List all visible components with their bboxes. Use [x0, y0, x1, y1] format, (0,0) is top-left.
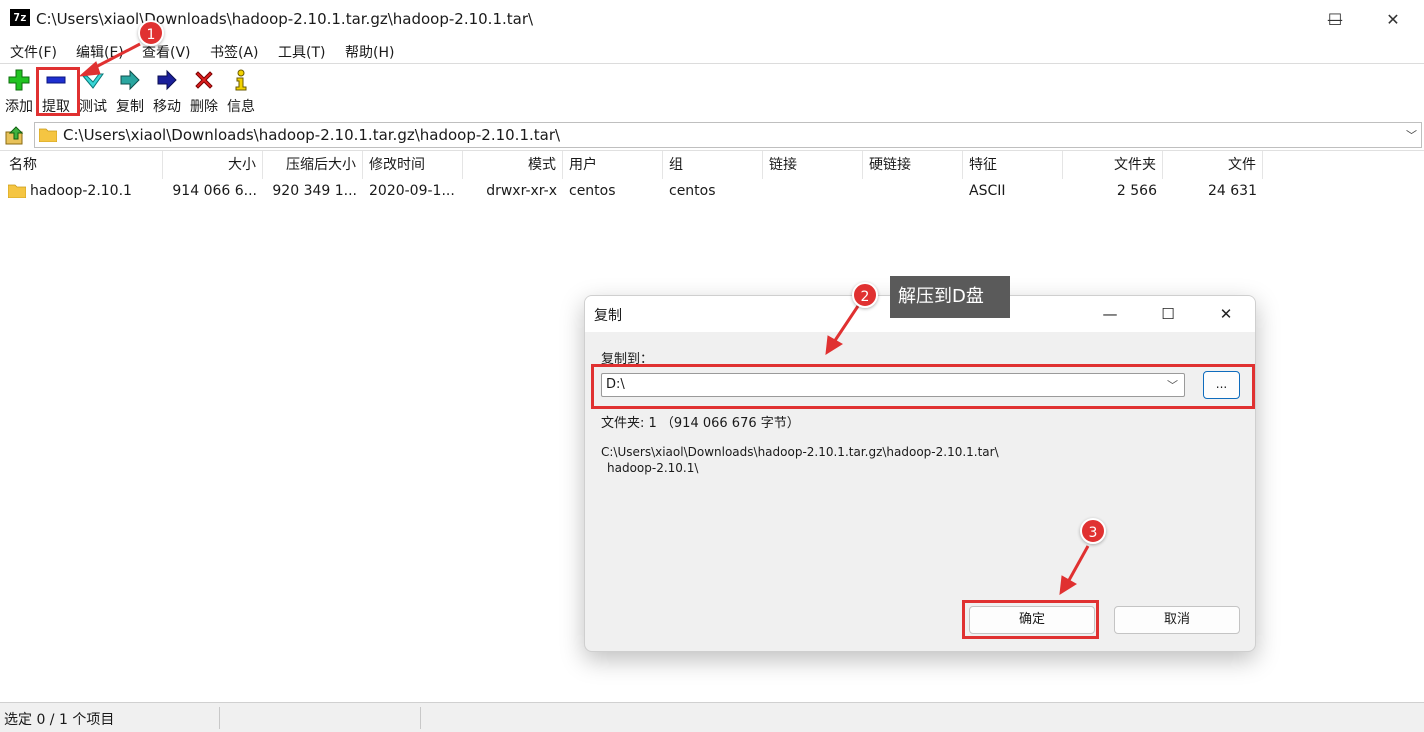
check-icon: [81, 73, 104, 89]
column-header-link[interactable]: 链接: [763, 151, 863, 179]
status-divider: [420, 707, 421, 729]
column-header-characteristics[interactable]: 特征: [963, 151, 1063, 179]
maximize-icon: ☐: [1161, 305, 1175, 323]
highlight-destination: [591, 364, 1255, 409]
add-icon: [8, 69, 30, 91]
close-icon: ✕: [1386, 9, 1400, 29]
column-header-user[interactable]: 用户: [563, 151, 663, 179]
menu-bookmarks[interactable]: 书签(A): [210, 42, 259, 62]
status-divider: [219, 707, 220, 729]
column-header-files[interactable]: 文件: [1163, 151, 1263, 179]
row-files: 24 631: [1208, 183, 1257, 199]
info-label: 信息: [227, 99, 255, 115]
selection-status: 选定 0 / 1 个项目: [4, 712, 115, 728]
step-badge-2: 2: [852, 282, 878, 308]
menu-help[interactable]: 帮助(H): [345, 42, 394, 62]
address-bar: C:\Users\xiaol\Downloads\hadoop-2.10.1.t…: [0, 120, 1424, 150]
add-button[interactable]: 添加: [1, 66, 37, 116]
copy-button[interactable]: 复制: [112, 66, 148, 116]
row-modified: 2020-09-1...: [369, 183, 455, 199]
menu-tools[interactable]: 工具(T): [278, 42, 325, 62]
window-title: C:\Users\xiaol\Downloads\hadoop-2.10.1.t…: [36, 10, 534, 28]
7zip-window: 7z C:\Users\xiaol\Downloads\hadoop-2.10.…: [0, 0, 1424, 732]
dialog-maximize-button[interactable]: ☐: [1145, 296, 1191, 332]
row-mode: drwxr-xr-x: [486, 183, 557, 199]
info-icon: [235, 69, 247, 91]
menu-bar: 文件(F) 编辑(E) 查看(V) 书签(A) 工具(T) 帮助(H): [0, 38, 1424, 64]
toolbar: 添加 提取 测试 复制 移动 删除 信息: [0, 64, 1424, 120]
move-button[interactable]: 移动: [149, 66, 185, 116]
title-bar: 7z C:\Users\xiaol\Downloads\hadoop-2.10.…: [0, 0, 1424, 38]
address-input[interactable]: C:\Users\xiaol\Downloads\hadoop-2.10.1.t…: [34, 122, 1422, 148]
copy-dialog: 复制 — ☐ ✕ 复制到： D:\ ﹀ ... 文件夹: 1 （914 066 …: [584, 295, 1256, 652]
address-path: C:\Users\xiaol\Downloads\hadoop-2.10.1.t…: [63, 126, 561, 144]
dialog-close-button[interactable]: ✕: [1203, 296, 1249, 332]
chevron-down-icon[interactable]: ﹀: [1406, 127, 1417, 143]
step-badge-3: 3: [1080, 518, 1106, 544]
dialog-minimize-button[interactable]: —: [1087, 296, 1133, 332]
column-header-hardlink[interactable]: 硬链接: [863, 151, 963, 179]
row-characteristics: ASCII: [969, 183, 1006, 199]
delete-button[interactable]: 删除: [186, 66, 222, 116]
column-header-group[interactable]: 组: [663, 151, 763, 179]
column-header-name[interactable]: 名称: [0, 151, 163, 179]
7zip-logo-icon: 7z: [10, 9, 30, 26]
source-path-line-2: hadoop-2.10.1\: [607, 461, 699, 475]
annotation-tooltip: 解压到D盘: [890, 276, 1010, 318]
column-header-size[interactable]: 大小: [163, 151, 263, 179]
maximize-button[interactable]: ☐: [1310, 0, 1360, 38]
test-label: 测试: [79, 99, 107, 115]
row-user: centos: [569, 183, 616, 199]
delete-label: 删除: [190, 99, 218, 115]
row-name[interactable]: hadoop-2.10.1: [30, 180, 163, 202]
row-group: centos: [669, 183, 716, 199]
folder-up-icon[interactable]: [4, 124, 26, 146]
add-label: 添加: [5, 99, 33, 115]
cancel-button[interactable]: 取消: [1114, 606, 1240, 634]
menu-file[interactable]: 文件(F): [10, 42, 57, 62]
info-button[interactable]: 信息: [223, 66, 259, 116]
minimize-icon: —: [1102, 305, 1118, 323]
folder-icon: [39, 128, 57, 142]
source-path-line-1: C:\Users\xiaol\Downloads\hadoop-2.10.1.t…: [601, 445, 999, 459]
move-arrow-icon: [157, 69, 177, 91]
menu-edit[interactable]: 编辑(E): [76, 42, 124, 62]
highlight-ok: [962, 600, 1099, 639]
column-header-packed-size[interactable]: 压缩后大小: [263, 151, 363, 179]
folder-info: 文件夹: 1 （914 066 676 字节）: [601, 416, 800, 431]
close-button[interactable]: ✕: [1368, 0, 1418, 38]
step-badge-1: 1: [138, 20, 164, 46]
move-label: 移动: [153, 99, 181, 115]
copy-arrow-icon: [120, 69, 140, 91]
folder-icon: [8, 184, 26, 198]
copy-label: 复制: [116, 99, 144, 115]
row-folders: 2 566: [1116, 183, 1157, 199]
row-size: 914 066 6...: [172, 183, 257, 199]
column-header-folders[interactable]: 文件夹: [1063, 151, 1163, 179]
column-header-mode[interactable]: 模式: [463, 151, 563, 179]
status-bar: 选定 0 / 1 个项目: [0, 702, 1424, 732]
delete-x-icon: [195, 71, 213, 89]
dialog-title: 复制: [594, 308, 622, 324]
row-packed-size: 920 349 1...: [272, 183, 357, 199]
close-icon: ✕: [1219, 305, 1233, 323]
test-button[interactable]: 测试: [75, 66, 111, 116]
highlight-extract: [36, 67, 80, 116]
column-header-modified[interactable]: 修改时间: [363, 151, 463, 179]
maximize-icon: ☐: [1327, 9, 1343, 29]
